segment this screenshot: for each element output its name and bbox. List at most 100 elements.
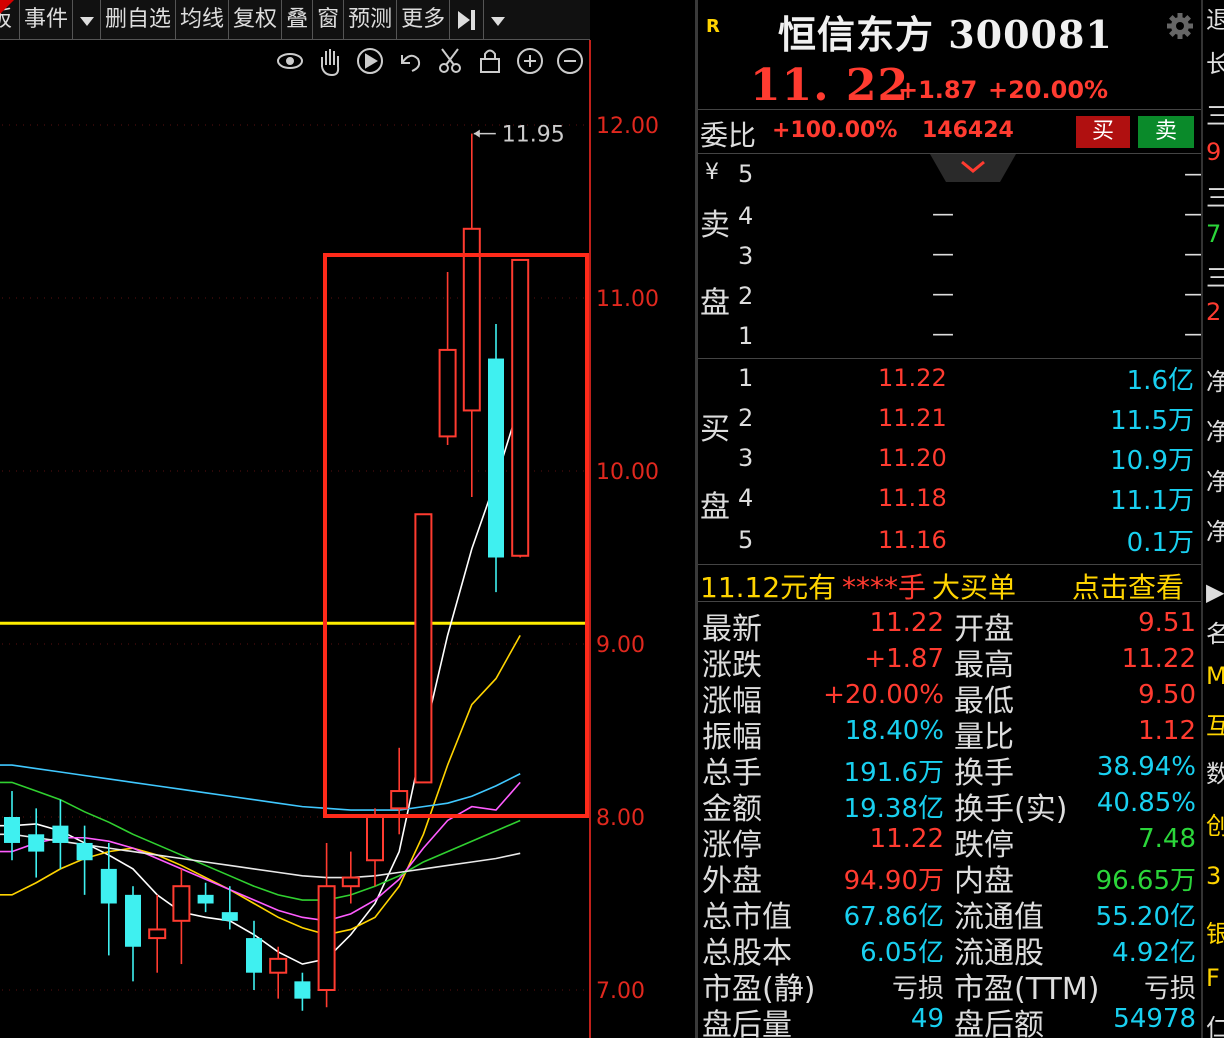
buy-level-3: 3 [738,444,754,472]
quote-value: 11.22 [869,824,944,854]
buy-volume: 0.1万 [1126,528,1194,558]
price-change-pct: +20.00% [988,76,1109,104]
currency-icon: ¥ [705,160,719,185]
side-column-char: 三 [1206,102,1224,130]
skip-forward-button[interactable] [450,0,485,40]
gear-icon[interactable] [1166,12,1194,40]
side-column-char: 净 [1206,518,1224,546]
buy-price[interactable]: 11.18 [878,484,947,512]
y-tick-label: 12.00 [596,114,659,139]
buy-price[interactable]: 11.21 [878,404,947,432]
quote-value: 67.86亿 [843,902,944,932]
hand-icon[interactable] [321,49,340,77]
toolbar-item-remove-watchlist[interactable]: 删自选 [101,0,177,40]
buy-price[interactable]: 11.16 [878,526,947,554]
empty-price: — [932,242,954,267]
big-order-text: 大买单 [932,571,1017,604]
quote-value: 55.20亿 [1095,902,1196,932]
quote-value: 54978 [1113,1004,1196,1034]
divider [698,358,1201,359]
side-column-char: 互 [1206,712,1224,740]
quote-value: +20.00% [823,680,944,710]
side-column-char: 长 [1206,50,1224,78]
events-dropdown-button[interactable] [73,0,102,40]
flag-icon [0,0,14,14]
chart-tools [277,48,583,77]
quote-value: 38.94% [1096,752,1196,782]
candle-body-up [438,348,457,438]
quote-label: 盘后量 [702,1008,792,1038]
side-column-char: 创 [1206,812,1224,840]
high-annotation-label: 11.95 [502,123,565,148]
toolbar-item-forecast[interactable]: 预测 [344,0,398,40]
buy-label-top: 买 [700,412,730,447]
more-dropdown-button[interactable] [484,0,512,40]
quote-value: 49 [910,1004,944,1034]
quote-value: 11.22 [1121,644,1196,674]
undo-icon[interactable] [401,54,421,72]
zoom-in-icon[interactable] [517,48,543,74]
candle-body-up [511,258,530,557]
price-change: +1.87 [898,76,978,104]
candle-body-up [172,885,191,922]
side-column-char: 仁 [1206,1014,1224,1038]
toolbar-item-more[interactable]: 更多 [397,0,451,40]
candle-body-up [148,928,167,940]
scissors-icon[interactable] [439,48,461,73]
quote-value: 191.6万 [843,758,944,788]
empty-price: — [932,202,954,227]
quote-value: 7.48 [1138,824,1196,854]
candle-body-up [414,513,433,784]
toolbar-item-overlay[interactable]: 叠 [282,0,314,40]
arrow-left-icon [473,129,480,138]
toolbar-item-adjust[interactable]: 复权 [229,0,283,40]
view-big-order-link[interactable]: 点击查看 [1072,566,1184,606]
y-tick-label: 7.00 [596,979,645,1004]
skip-forward-icon [458,10,476,30]
quote-value: +1.87 [864,644,944,674]
toolbar-item-events[interactable]: 事件 [20,0,74,40]
eye-icon[interactable] [277,53,303,69]
buy-level-1: 1 [738,364,754,392]
stock-terminal: 12.00 11.00 10.00 9.00 8.00 7.00 11.95 板 事件 删自… [0,0,1224,1038]
sell-button[interactable]: 卖 [1138,116,1194,148]
highlight-box [323,253,589,818]
candle-body-down [488,358,504,558]
collapse-tab[interactable] [930,154,1016,182]
sell-label-top: 卖 [700,208,730,243]
candle-body-up [317,885,336,992]
kline-chart[interactable]: 12.00 11.00 10.00 9.00 8.00 7.00 11.95 [0,0,695,1038]
quote-label: 盘后额 [954,1008,1044,1038]
candle-body-down [28,834,45,852]
candle-body-up [341,876,360,888]
toolbar-item-ma[interactable]: 均线 [176,0,230,40]
y-tick-label: 8.00 [596,806,645,831]
big-order-price: 11.12元有 [700,571,837,604]
buy-button[interactable]: 买 [1076,116,1130,148]
toolbar-item-partial[interactable]: 板 [0,0,20,40]
buy-level-4: 4 [738,484,754,512]
side-column-char: 净 [1206,418,1224,446]
play-icon[interactable] [357,48,383,74]
candle-body-down [52,825,69,843]
candle-body-down [197,894,214,904]
quote-value: 96.65万 [1095,866,1196,896]
side-column-char: 名 [1206,620,1224,648]
quote-value: 1.12 [1138,716,1196,746]
candle-body-down [294,981,311,999]
buy-price[interactable]: 11.20 [878,444,947,472]
sell-level-5: 5 [738,160,754,188]
sell-level-2: 2 [738,282,754,310]
side-column-char: 净 [1206,468,1224,496]
side-column-char: 3 [1206,862,1222,890]
stock-name[interactable]: 恒信东方 300081 [778,4,1113,59]
panel-divider[interactable] [695,0,698,1038]
side-column-char: 三 [1206,264,1224,292]
zoom-out-icon[interactable] [557,48,583,74]
buy-price[interactable]: 11.22 [878,364,947,392]
toolbar-item-window[interactable]: 窗 [313,0,345,40]
quote-value: 6.05亿 [860,938,944,968]
last-price: 11. 22 [750,60,910,111]
lock-icon[interactable] [480,49,500,73]
side-column-char: F [1206,964,1220,992]
